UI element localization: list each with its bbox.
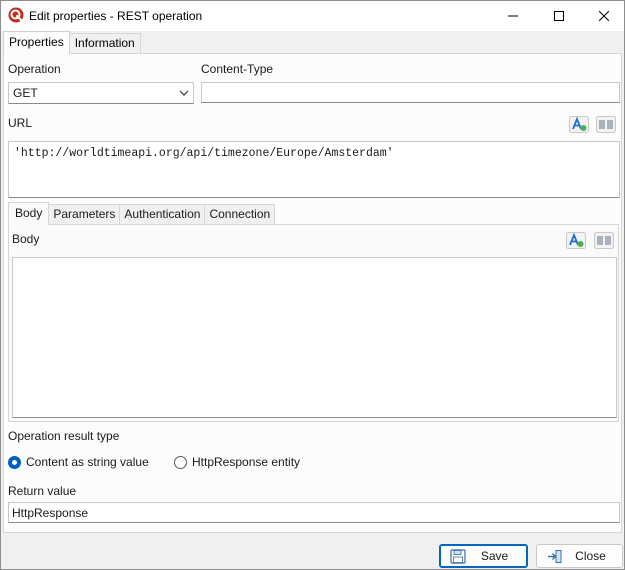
- radio-httpresponse-entity-label: HttpResponse entity: [192, 455, 301, 469]
- operation-value: GET: [13, 86, 38, 100]
- operation-select[interactable]: GET: [8, 82, 194, 104]
- return-value-input[interactable]: HttpResponse: [8, 502, 620, 523]
- tab-parameters[interactable]: Parameters: [48, 204, 121, 225]
- radio-content-as-string[interactable]: Content as string value: [8, 455, 149, 469]
- close-button-label: Close: [575, 549, 606, 563]
- radio-unselected-indicator: [174, 455, 187, 469]
- body-expression-editor-icon[interactable]: [566, 232, 586, 249]
- url-label: URL: [8, 116, 33, 130]
- url-input[interactable]: 'http://worldtimeapi.org/api/timezone/Eu…: [8, 141, 620, 198]
- content-type-label: Content-Type: [201, 62, 274, 76]
- return-value-value: HttpResponse: [12, 506, 89, 520]
- inner-tabstrip: Body Parameters Authentication Connectio…: [8, 202, 276, 225]
- maximize-icon: [554, 11, 564, 21]
- edit-properties-window: Edit properties - REST operation Propert…: [0, 0, 625, 570]
- save-button[interactable]: Save: [439, 544, 528, 568]
- expression-editor-icon[interactable]: [569, 116, 589, 133]
- tab-body[interactable]: Body: [8, 202, 50, 225]
- body-panel: Body: [8, 224, 619, 422]
- minimize-icon: [508, 15, 518, 17]
- url-value: 'http://worldtimeapi.org/api/timezone/Eu…: [14, 147, 394, 160]
- close-window-button[interactable]: [581, 1, 625, 31]
- content-type-input[interactable]: [201, 82, 620, 103]
- operation-label: Operation: [8, 62, 61, 76]
- radio-selected-indicator: [8, 455, 21, 469]
- radio-content-as-string-label: Content as string value: [26, 455, 149, 469]
- app-logo-icon: [8, 7, 24, 23]
- body-label: Body: [12, 232, 40, 246]
- body-textarea[interactable]: [12, 257, 617, 418]
- result-type-label: Operation result type: [8, 429, 120, 443]
- tab-connection[interactable]: Connection: [204, 204, 276, 225]
- chevron-down-icon: [179, 90, 189, 96]
- minimize-button[interactable]: [490, 1, 536, 31]
- close-icon: [599, 11, 609, 21]
- radio-httpresponse-entity[interactable]: HttpResponse entity: [174, 455, 300, 469]
- main-tabstrip: Properties Information: [3, 31, 141, 54]
- tab-authentication[interactable]: Authentication: [119, 204, 206, 225]
- close-button[interactable]: Close: [536, 544, 623, 568]
- text-block-icon[interactable]: [596, 116, 616, 133]
- maximize-button[interactable]: [536, 1, 582, 31]
- return-value-label: Return value: [8, 484, 77, 498]
- tab-properties[interactable]: Properties: [3, 31, 70, 54]
- properties-panel: Operation GET Content-Type URL 'http://w…: [3, 53, 622, 533]
- window-title: Edit properties - REST operation: [29, 9, 203, 23]
- title-bar[interactable]: Edit properties - REST operation: [1, 1, 624, 31]
- body-text-block-icon[interactable]: [594, 232, 614, 249]
- save-button-label: Save: [480, 549, 509, 563]
- tab-information[interactable]: Information: [68, 33, 141, 53]
